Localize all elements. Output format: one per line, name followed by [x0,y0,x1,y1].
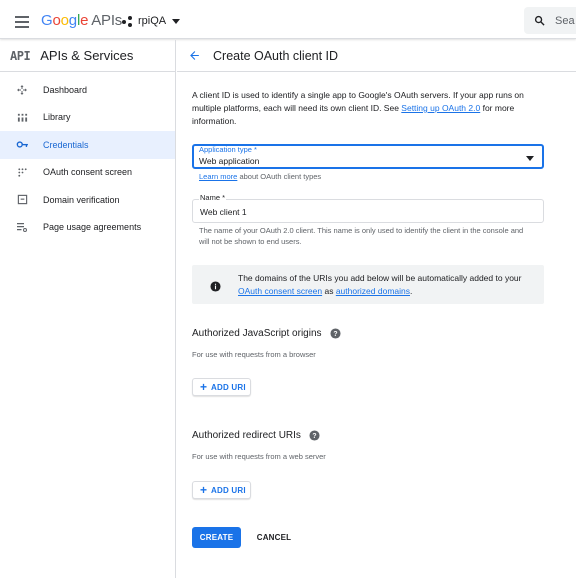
sidebar-item-oauth-consent-screen[interactable]: OAuth consent screen [0,159,175,187]
consent-icon [15,165,29,179]
library-icon [15,110,29,124]
add-js-origin-uri-button[interactable]: + ADD URI [192,378,251,396]
dashboard-icon [15,83,29,97]
sidebar-title: APIs & Services [40,48,134,63]
help-icon[interactable]: ? [309,430,320,441]
add-uri-label: ADD URI [211,485,246,495]
intro-text: A client ID is used to identify a single… [192,90,524,126]
application-type-select[interactable]: Application type * Web application [192,144,544,169]
search-box[interactable]: Sea [524,7,576,34]
cancel-button[interactable]: CANCEL [251,527,297,548]
sidebar-item-label: Domain verification [43,194,120,205]
domain-icon [15,193,29,207]
application-type-label: Application type * [199,145,257,154]
name-field-label: Name * [199,193,227,202]
google-apis-logo[interactable]: Google APIs [41,12,122,29]
sidebar-item-label: Dashboard [43,84,88,95]
sidebar-nav: Dashboard Library Credentials OAuth cons… [0,76,175,241]
sidebar-item-label: Library [43,112,71,123]
sidebar-item-library[interactable]: Library [0,104,175,132]
sidebar-item-label: Credentials [43,139,89,150]
setting-up-oauth-link[interactable]: Setting up OAuth 2.0 [401,103,480,113]
name-field[interactable]: Name * Web client 1 [192,193,544,223]
info-banner: The domains of the URIs you add below wi… [192,265,544,304]
js-origins-title: Authorized JavaScript origins ? [192,328,341,339]
main-content: Create OAuth client ID A client ID is us… [177,40,576,578]
learn-more-link[interactable]: Learn more [199,172,237,181]
application-type-value: Web application [199,156,260,166]
info-text: The domains of the URIs you add below wi… [238,273,522,296]
sidebar-item-page-usage-agreements[interactable]: Page usage agreements [0,214,175,242]
top-bar: Google APIs rpiQA Sea [0,0,576,39]
redirect-uris-subtitle: For use with requests from a web server [192,452,326,461]
oauth-consent-screen-link[interactable]: OAuth consent screen [238,286,322,296]
svg-text:?: ? [312,433,316,440]
sidebar-item-label: Page usage agreements [43,222,142,233]
sidebar-item-domain-verification[interactable]: Domain verification [0,186,175,214]
search-placeholder: Sea [555,14,575,27]
project-selector[interactable]: rpiQA [122,13,181,29]
add-uri-label: ADD URI [211,382,246,392]
redirect-uris-title: Authorized redirect URIs ? [192,430,320,441]
page-header: Create OAuth client ID [177,40,576,72]
settings-list-icon [15,220,29,234]
sidebar-item-dashboard[interactable]: Dashboard [0,76,175,104]
plus-icon: + [200,483,208,497]
create-button[interactable]: CREATE [192,527,241,548]
sidebar-item-credentials[interactable]: Credentials [0,131,175,159]
project-icon [122,15,133,27]
name-field-value: Web client 1 [200,207,247,217]
learn-more-text: Learn more about OAuth client types [199,172,322,181]
help-icon[interactable]: ? [329,328,341,339]
page-title: Create OAuth client ID [213,48,339,63]
sidebar: API APIs & Services Dashboard Library Cr… [0,40,176,578]
sidebar-item-label: OAuth consent screen [43,167,133,178]
svg-text:?: ? [333,331,337,338]
key-icon [15,138,29,152]
menu-icon[interactable] [15,16,29,28]
chevron-down-icon [526,156,534,161]
js-origins-subtitle: For use with requests from a browser [192,350,316,359]
sidebar-header: API APIs & Services [0,40,175,72]
authorized-domains-link[interactable]: authorized domains [336,286,410,296]
name-field-hint: The name of your OAuth 2.0 client. This … [199,226,524,246]
project-name: rpiQA [138,15,167,27]
info-icon [210,279,221,297]
back-arrow-icon[interactable] [188,49,201,62]
search-icon [534,15,545,26]
dropdown-caret-icon [172,18,181,24]
add-redirect-uri-button[interactable]: + ADD URI [192,481,251,499]
api-logo-icon: API [10,48,31,63]
plus-icon: + [200,380,208,394]
